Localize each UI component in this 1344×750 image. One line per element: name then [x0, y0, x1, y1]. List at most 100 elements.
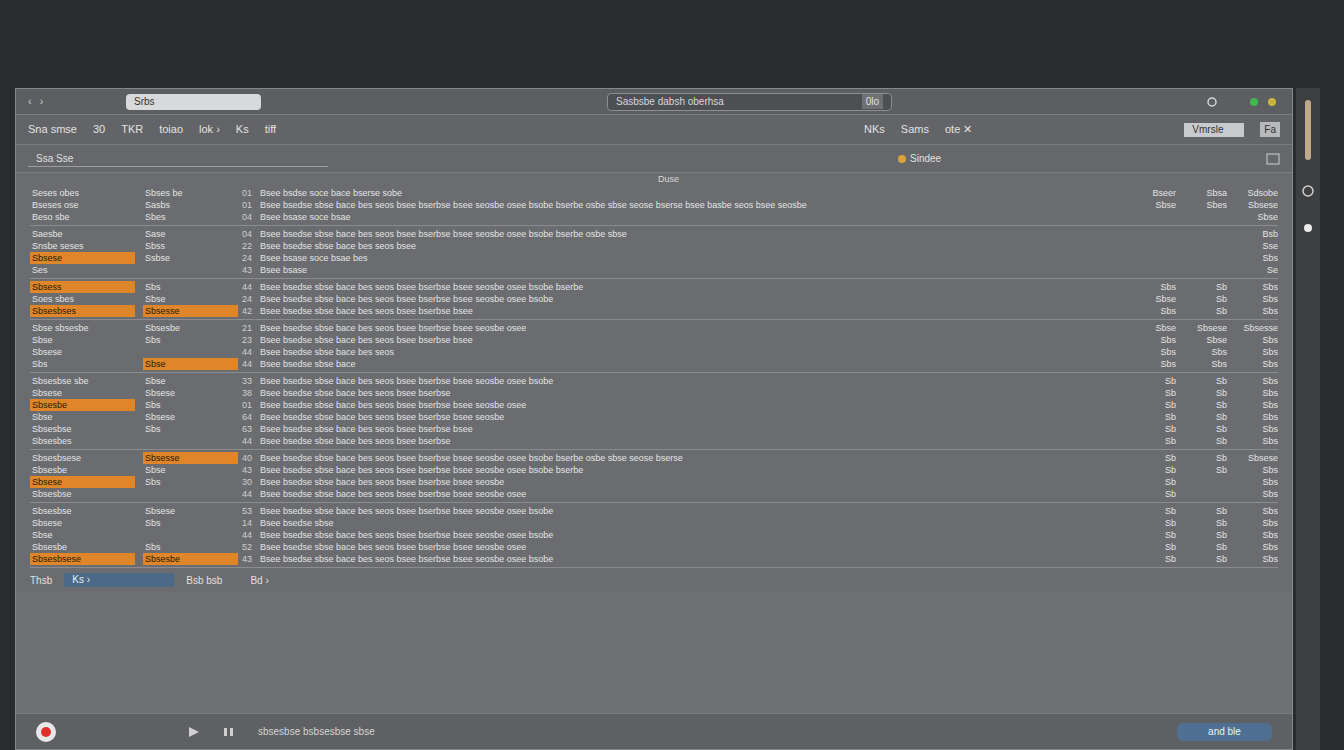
step-icon[interactable] — [222, 725, 238, 739]
toolbar-item[interactable]: 30 — [93, 121, 105, 138]
toolbar-item[interactable]: TKR — [121, 121, 143, 138]
table-row[interactable]: SaesbeSase04Bsee bsedse sbse bace bes se… — [30, 228, 1278, 240]
table-header-label: Duse — [658, 173, 679, 185]
table-header: Duse — [30, 173, 1278, 185]
row-message: Bsee bsedse sbse bace bes seos bsee bser… — [260, 452, 1128, 464]
table-row[interactable]: SbseseSbsese38Bsee bsedse sbse bace bes … — [30, 387, 1278, 399]
row-number: 30 — [242, 476, 260, 488]
row-value: Sb — [1179, 387, 1227, 399]
footer-field[interactable]: Ks › — [64, 573, 174, 587]
table-row[interactable]: Snsbe sesesSbss22Bsee bsedse sbse bace b… — [30, 240, 1278, 252]
table-row[interactable]: SbsesbseseSbsesse40Bsee bsedse sbse bace… — [30, 452, 1278, 464]
row-number: 04 — [242, 228, 260, 240]
row-source: Sbsese — [30, 476, 135, 488]
nav-button[interactable]: › — [40, 93, 44, 110]
address-bar[interactable]: Sasbsbe dabsh oberhsa0lo — [607, 93, 892, 111]
row-value: Sb — [1179, 411, 1227, 423]
filter-row: Ssa Sse Sindee — [16, 145, 1292, 173]
table-row[interactable]: SbseSbs23Bsee bsedse sbse bace bes seos … — [30, 334, 1278, 346]
table-row[interactable]: SbseseSsbse24Bsee bsase soce bsae besSbs — [30, 252, 1278, 264]
toolbar-item[interactable]: tiff — [265, 121, 276, 138]
toolbar-item[interactable]: NKs — [864, 121, 885, 138]
row-source: Soes sbes — [30, 293, 135, 305]
toolbar-end[interactable]: Fa — [1260, 122, 1280, 137]
refresh-icon[interactable] — [1206, 96, 1218, 108]
filter-label[interactable]: Sindee — [910, 151, 941, 166]
toolbar-field[interactable]: Vmrsle — [1184, 123, 1244, 137]
row-value: Sbs — [1230, 252, 1278, 264]
table-row[interactable]: Sbse44Bsee bsedse sbse bace bes seos bse… — [30, 529, 1278, 541]
toolbar-item[interactable]: Ks — [236, 121, 249, 138]
row-number: 38 — [242, 387, 260, 399]
table-row[interactable]: Bseses oseSasbs01Bsee bsedse sbse bace b… — [30, 199, 1278, 211]
table-row[interactable]: SbsesbeSbs01Bsee bsedse sbse bace bes se… — [30, 399, 1278, 411]
table-row[interactable]: Sbse sbsesbeSbsesbe21Bsee bsedse sbse ba… — [30, 322, 1278, 334]
toolbar-item[interactable]: Sams — [901, 121, 929, 138]
toolbar-item[interactable]: Sna smse — [28, 121, 77, 138]
window-lights — [1250, 98, 1276, 106]
row-message: Bsee bsedse sbse bace bes seos bsee bser… — [260, 375, 1128, 387]
toolbar-item[interactable]: toiao — [159, 121, 183, 138]
row-message: Bsee bsase soce bsae — [260, 211, 1128, 223]
table-row[interactable]: SbsessSbs44Bsee bsedse sbse bace bes seo… — [30, 281, 1278, 293]
row-number: 21 — [242, 322, 260, 334]
table-row[interactable]: Beso sbeSbes04Bsee bsase soce bsaeSbse — [30, 211, 1278, 223]
row-values: Sse — [1128, 240, 1278, 252]
row-message: Bsee bsedse sbse bace bes seos bsee bser… — [260, 476, 1128, 488]
footer-end[interactable]: Bd › — [250, 573, 268, 588]
table-row[interactable]: Seses obesSbses be01Bsee bsdse soce bace… — [30, 187, 1278, 199]
row-message: Bsee bsedse sbse bace bes seos bsee bser… — [260, 553, 1128, 565]
expand-icon[interactable] — [1266, 153, 1280, 165]
table-row[interactable]: SbsesbeSbse43Bsee bsedse sbse bace bes s… — [30, 464, 1278, 476]
dot-icon[interactable] — [1302, 222, 1314, 234]
row-source: Sbsesbse — [30, 423, 135, 435]
row-message: Bsee bsedse sbse bace bes seos bsee — [260, 240, 1128, 252]
toolbar-item[interactable]: lok › — [199, 121, 220, 138]
record-button[interactable] — [36, 722, 56, 742]
search-field[interactable]: Srbs — [126, 94, 261, 110]
row-source: Bseses ose — [30, 199, 135, 211]
scroll-thumb-icon[interactable] — [1303, 100, 1313, 160]
toolbar-item[interactable]: ote ✕ — [945, 121, 972, 138]
action-button[interactable]: and ble — [1177, 723, 1272, 741]
row-number: 63 — [242, 423, 260, 435]
table-row[interactable]: Ses43Bsee bsaseSe — [30, 264, 1278, 276]
row-sub: Sbes — [143, 211, 238, 223]
row-value: Sbs — [1230, 293, 1278, 305]
table-row[interactable]: SbsesbseseSbsesbe43Bsee bsedse sbse bace… — [30, 553, 1278, 565]
row-values: Sbs — [1128, 252, 1278, 264]
row-value: Sb — [1128, 529, 1176, 541]
spacer — [30, 173, 658, 185]
table-row[interactable]: SbseseSbs30Bsee bsedse sbse bace bes seo… — [30, 476, 1278, 488]
table-row[interactable]: SbsesbeSbs52Bsee bsedse sbse bace bes se… — [30, 541, 1278, 553]
row-source: Saesbe — [30, 228, 135, 240]
window-light[interactable] — [1268, 98, 1276, 106]
table-row[interactable]: SbseSbsese64Bsee bsedse sbse bace bes se… — [30, 411, 1278, 423]
row-sub: Ssbse — [143, 252, 238, 264]
table-row[interactable]: Sbsese44Bsee bsedse sbse bace bes seosSb… — [30, 346, 1278, 358]
address-tag: 0lo — [862, 94, 883, 109]
table-row[interactable]: SbseseSbs14Bsee bsedse sbseSbSbSbs — [30, 517, 1278, 529]
table-row[interactable]: SbsesbseSbs63Bsee bsedse sbse bace bes s… — [30, 423, 1278, 435]
table-row[interactable]: SbsesbsesSbsesse42Bsee bsedse sbse bace … — [30, 305, 1278, 317]
row-value: Sb — [1128, 476, 1176, 488]
row-message: Bsee bsedse sbse bace bes seos bsee bser… — [260, 334, 1128, 346]
row-value — [1179, 488, 1227, 500]
play-icon[interactable] — [186, 725, 202, 739]
row-values: SbSbSbs — [1128, 505, 1278, 517]
table-row[interactable]: SbsesbseSbsese53Bsee bsedse sbse bace be… — [30, 505, 1278, 517]
table-row[interactable]: Sbsesbes44Bsee bsedse sbse bace bes seos… — [30, 435, 1278, 447]
window-light[interactable] — [1250, 98, 1258, 106]
row-value: Sbs — [1128, 281, 1176, 293]
filter-field[interactable]: Ssa Sse — [28, 151, 328, 167]
table-row[interactable]: Sbsesbse sbeSbse33Bsee bsedse sbse bace … — [30, 375, 1278, 387]
toolbar: Sna smse 30 TKR toiao lok › Ks tiff NKs Sams ote … — [16, 115, 1292, 145]
table-row[interactable]: SbsSbse44Bsee bsedse sbse baceSbsSbsSbs — [30, 358, 1278, 370]
row-value — [1128, 228, 1176, 240]
row-value: Sbsese — [1230, 452, 1278, 464]
table-row[interactable]: Soes sbesSbse24Bsee bsedse sbse bace bes… — [30, 293, 1278, 305]
circle-icon[interactable] — [1301, 184, 1315, 198]
table-row[interactable]: Sbsesbse44Bsee bsedse sbse bace bes seos… — [30, 488, 1278, 500]
nav-button[interactable]: ‹ — [28, 93, 32, 110]
row-value: Sb — [1128, 411, 1176, 423]
